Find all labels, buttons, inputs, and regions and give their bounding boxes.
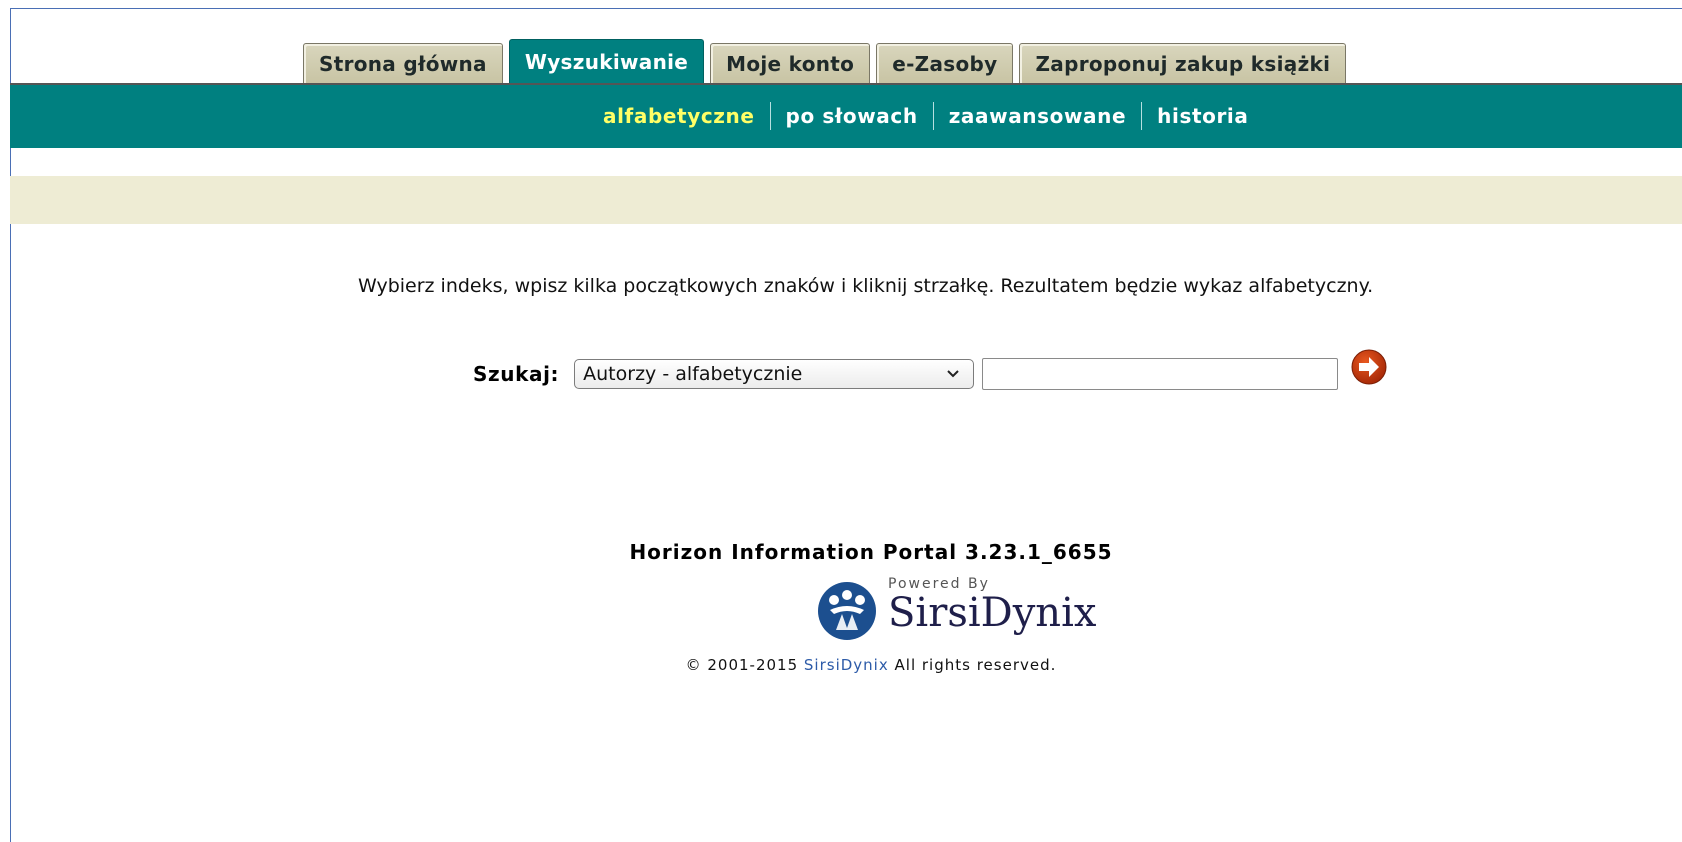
subnav-historia[interactable]: historia [1157, 104, 1248, 128]
main-tabs: Strona główna Wyszukiwanie Moje konto e-… [303, 39, 1352, 83]
search-query-input[interactable] [982, 358, 1339, 390]
sirsidynix-logo: Powered By SirsiDynix [816, 576, 1096, 640]
logo-brand-name: SirsiDynix [888, 590, 1097, 636]
portal-version: Horizon Information Portal 3.23.1_6655 [629, 540, 1113, 564]
tab-e-zasoby[interactable]: e-Zasoby [876, 43, 1014, 83]
copyright: © 2001-2015 SirsiDynix All rights reserv… [0, 656, 1682, 674]
search-label: Szukaj: [473, 362, 560, 386]
search-subnav: alfabetyczne po słowach zaawansowane his… [10, 85, 1682, 148]
copyright-suffix: All rights reserved. [894, 656, 1057, 674]
tab-strona-glowna[interactable]: Strona główna [303, 43, 503, 83]
tab-moje-konto[interactable]: Moje konto [710, 43, 871, 83]
subnav-zaawansowane[interactable]: zaawansowane [949, 104, 1126, 128]
index-select[interactable]: Autorzy - alfabetycznie [574, 359, 975, 389]
tab-zaproponuj-zakup[interactable]: Zaproponuj zakup książki [1019, 43, 1347, 83]
tab-wyszukiwanie[interactable]: Wyszukiwanie [508, 39, 705, 83]
sirsidynix-logo-icon [818, 582, 876, 640]
subnav-alfabetyczne[interactable]: alfabetyczne [603, 104, 755, 128]
sirsidynix-link[interactable]: SirsiDynix [804, 656, 889, 674]
arrow-right-circle-icon[interactable] [1350, 348, 1388, 386]
chevron-down-icon [941, 364, 965, 384]
search-instruction: Wybierz indeks, wpisz kilka początkowych… [358, 275, 1374, 297]
info-band [10, 176, 1682, 224]
subnav-separator [1141, 102, 1143, 130]
subnav-separator [769, 102, 771, 130]
subnav-separator [932, 102, 934, 130]
copyright-prefix: © 2001-2015 [685, 656, 799, 674]
index-select-value: Autorzy - alfabetycznie [583, 363, 803, 385]
subnav-po-slowach[interactable]: po słowach [786, 104, 918, 128]
search-form: Szukaj: Autorzy - alfabetycznie [473, 349, 1388, 390]
